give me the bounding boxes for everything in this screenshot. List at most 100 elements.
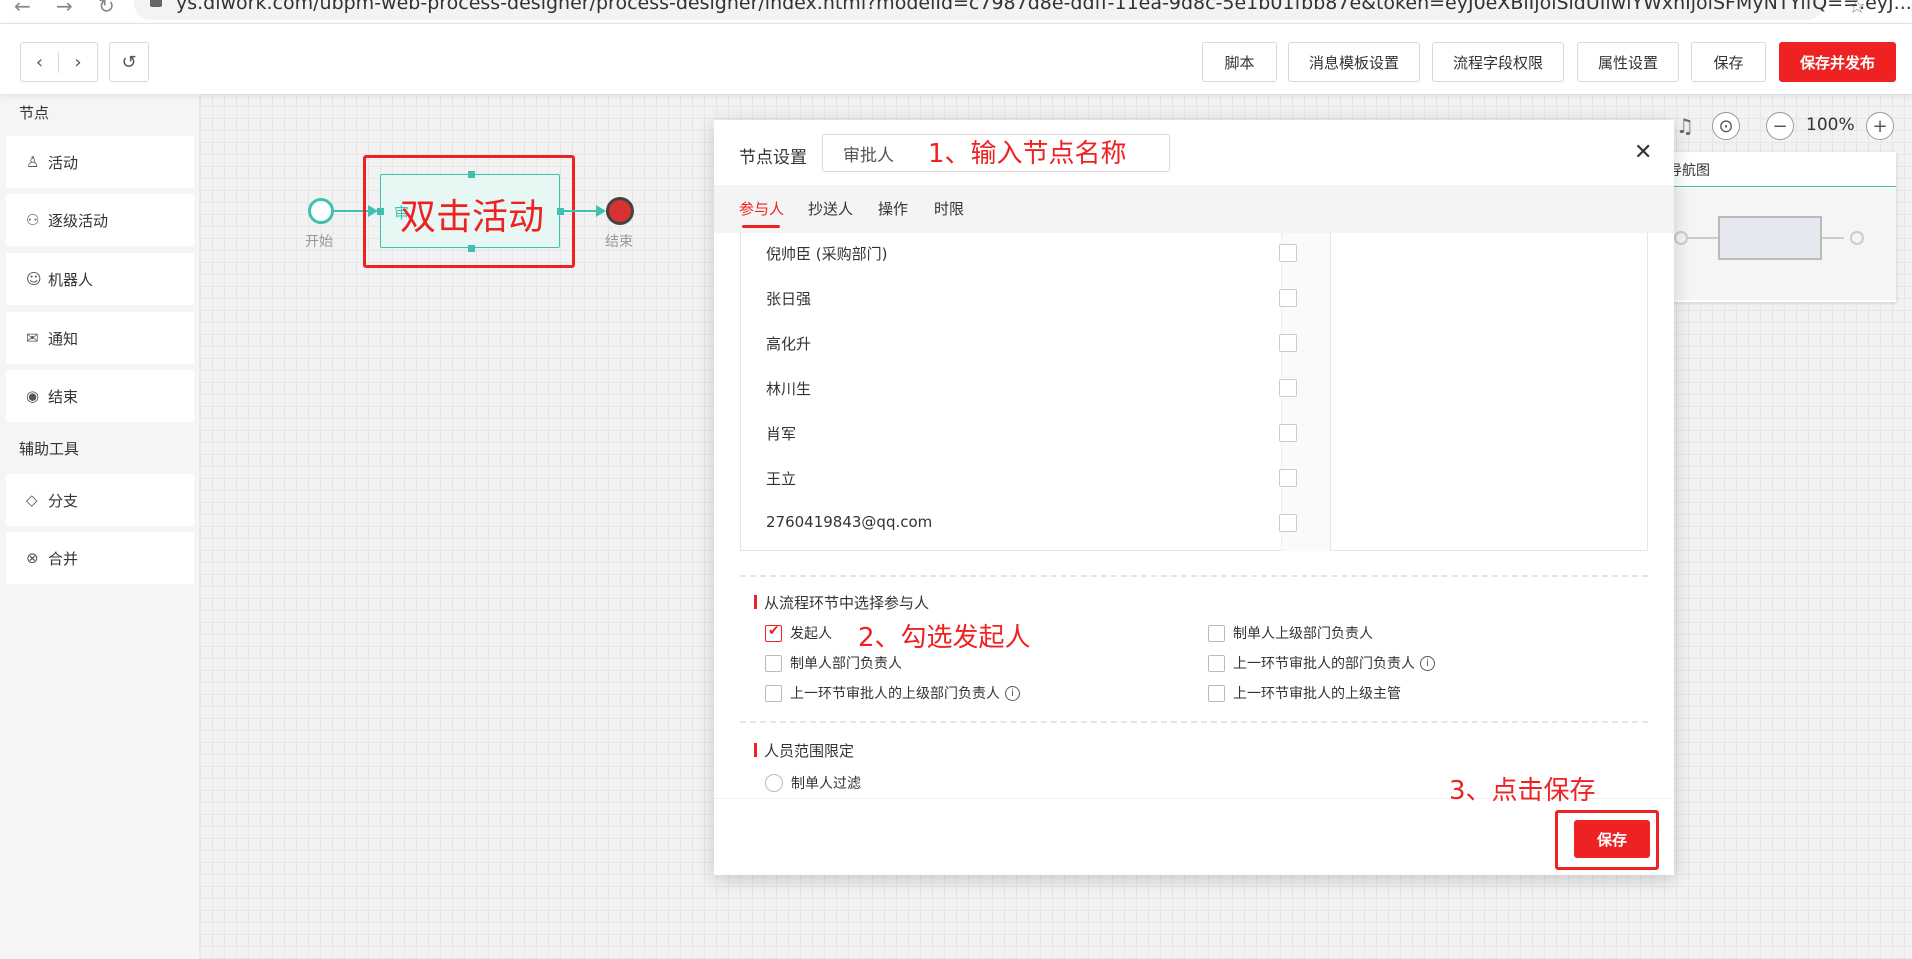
checkbox[interactable] <box>1208 654 1225 672</box>
checkbox-checked[interactable] <box>765 623 782 642</box>
palette-item-activity[interactable]: ♙ 活动 <box>6 136 194 188</box>
locate-icon[interactable]: ⊙ <box>1712 112 1740 140</box>
annotation-double-click: 双击活动 <box>400 197 545 238</box>
option-label: 上一环节审批人的上级主管 <box>1233 686 1401 702</box>
checkbox[interactable] <box>765 654 782 672</box>
option-maker-dept-head[interactable]: 制单人部门负责人 <box>765 653 902 673</box>
section-title-flow: 从流程环节中选择参与人 <box>754 592 929 613</box>
palette-item-label: 通知 <box>48 329 79 348</box>
palette-item-stepwise-activity[interactable]: ⚇ 逐级活动 <box>6 194 194 246</box>
annotation-check-initiator: 2、勾选发起人 <box>858 623 1031 653</box>
branch-icon: ◇ <box>26 491 38 509</box>
member-checkbox[interactable] <box>1279 469 1297 487</box>
member-checkbox[interactable] <box>1279 334 1297 352</box>
star-icon[interactable]: ☆ <box>1848 0 1866 18</box>
section-title-scope: 人员范围限定 <box>754 740 854 761</box>
palette-item-branch[interactable]: ◇ 分支 <box>6 474 194 526</box>
palette-item-label: 分支 <box>48 491 79 510</box>
list-item[interactable]: 林川生 <box>741 368 1330 413</box>
edge-activity-end <box>564 210 600 212</box>
refresh-icon[interactable]: ↺ <box>109 42 149 82</box>
list-item[interactable]: 高化升 <box>741 323 1330 368</box>
palette-item-notify[interactable]: ✉ 通知 <box>6 312 194 364</box>
tab-time-limit[interactable]: 时限 <box>934 198 964 219</box>
minimap[interactable]: 导航图 <box>1660 152 1896 302</box>
tab-operations[interactable]: 操作 <box>878 198 908 219</box>
nodes-heading: 节点 <box>19 104 50 122</box>
member-checkbox[interactable] <box>1279 379 1297 397</box>
browser-address-bar: ← → ↻ ys.diwork.com/ubpm-web-process-des… <box>0 0 1912 24</box>
zoom-out-icon[interactable]: − <box>1766 112 1794 140</box>
option-maker-upper-dept-head[interactable]: 制单人上级部门负责人 <box>1208 623 1373 643</box>
palette-item-label: 合并 <box>48 549 79 568</box>
dialog-footer <box>714 798 1674 875</box>
palette-item-end[interactable]: ◉ 结束 <box>6 370 194 422</box>
option-initiator[interactable]: 发起人 <box>765 623 832 643</box>
url-text[interactable]: ys.diwork.com/ubpm-web-process-designer/… <box>176 0 1912 14</box>
option-maker-filter[interactable]: 制单人过滤 <box>765 773 861 793</box>
checkbox[interactable] <box>1208 624 1225 642</box>
checkbox[interactable] <box>765 684 782 702</box>
active-tab-indicator <box>742 225 780 228</box>
bell-icon[interactable]: ♫ <box>1676 114 1694 138</box>
zoom-level: 100% <box>1806 115 1855 135</box>
back-arrow-icon[interactable]: ← <box>14 0 31 18</box>
checkbox[interactable] <box>1208 684 1225 702</box>
option-prev-approver-upper-dept-head[interactable]: 上一环节审批人的上级部门负责人 i <box>765 683 1020 703</box>
minimap-start-node <box>1674 231 1688 245</box>
member-checkbox[interactable] <box>1279 424 1297 442</box>
member-checkbox[interactable] <box>1279 289 1297 307</box>
member-name: 2760419843@qq.com <box>766 513 933 531</box>
merge-icon: ⊗ <box>26 549 39 567</box>
dialog-title: 节点设置 <box>739 148 807 168</box>
end-icon: ◉ <box>26 387 40 405</box>
info-icon[interactable]: i <box>1005 685 1020 701</box>
start-node-label: 开始 <box>305 234 333 250</box>
undo-icon[interactable]: ‹ <box>21 51 59 73</box>
dialog-tabs: 参与人 抄送人 操作 时限 <box>714 185 1674 233</box>
section-divider <box>740 721 1648 723</box>
save-button[interactable]: 保存 <box>1691 42 1766 82</box>
save-publish-button[interactable]: 保存并发布 <box>1779 42 1896 82</box>
member-name: 张日强 <box>766 290 812 308</box>
list-item[interactable]: 张日强 <box>741 278 1330 323</box>
message-template-button[interactable]: 消息模板设置 <box>1288 42 1420 82</box>
option-label: 制单人过滤 <box>791 776 861 792</box>
palette-item-robot[interactable]: ☺ 机器人 <box>6 253 194 305</box>
script-button[interactable]: 脚本 <box>1202 42 1277 82</box>
minimap-activity-node <box>1718 216 1822 260</box>
end-node[interactable] <box>606 197 634 225</box>
option-prev-approver-dept-head[interactable]: 上一环节审批人的部门负责人 i <box>1208 653 1435 673</box>
dialog-save-button[interactable]: 保存 <box>1574 820 1650 858</box>
member-checkbox[interactable] <box>1279 244 1297 262</box>
field-permission-button[interactable]: 流程字段权限 <box>1432 42 1564 82</box>
option-label: 发起人 <box>790 626 832 642</box>
list-item[interactable]: 倪帅臣 (采购部门) <box>741 233 1330 278</box>
redo-icon[interactable]: › <box>59 52 97 73</box>
palette-item-label: 结束 <box>48 387 79 406</box>
tab-cc[interactable]: 抄送人 <box>808 198 853 219</box>
option-label: 上一环节审批人的上级部门负责人 <box>790 686 1000 702</box>
end-node-label: 结束 <box>605 234 633 250</box>
start-node[interactable] <box>308 198 334 224</box>
section-divider <box>740 575 1648 577</box>
annotation-click-save: 3、点击保存 <box>1449 776 1596 806</box>
property-settings-button[interactable]: 属性设置 <box>1577 42 1679 82</box>
reload-icon[interactable]: ↻ <box>98 0 115 18</box>
list-item[interactable]: 2760419843@qq.com <box>741 503 1330 548</box>
option-prev-approver-supervisor[interactable]: 上一环节审批人的上级主管 <box>1208 683 1401 703</box>
list-item[interactable]: 肖军 <box>741 413 1330 458</box>
list-item[interactable]: 王立 <box>741 458 1330 503</box>
member-name: 肖军 <box>766 425 797 443</box>
palette-item-merge[interactable]: ⊗ 合并 <box>6 532 194 584</box>
option-label: 上一环节审批人的部门负责人 <box>1233 656 1415 672</box>
arrow-icon <box>596 205 606 217</box>
radio-button[interactable] <box>765 774 783 792</box>
annotation-input-name: 1、输入节点名称 <box>928 139 1127 169</box>
tab-participants[interactable]: 参与人 <box>739 198 784 219</box>
zoom-in-icon[interactable]: + <box>1866 112 1894 140</box>
member-checkbox[interactable] <box>1279 514 1297 532</box>
info-icon[interactable]: i <box>1420 655 1435 671</box>
forward-arrow-icon[interactable]: → <box>56 0 73 18</box>
close-icon[interactable]: ✕ <box>1634 140 1652 165</box>
